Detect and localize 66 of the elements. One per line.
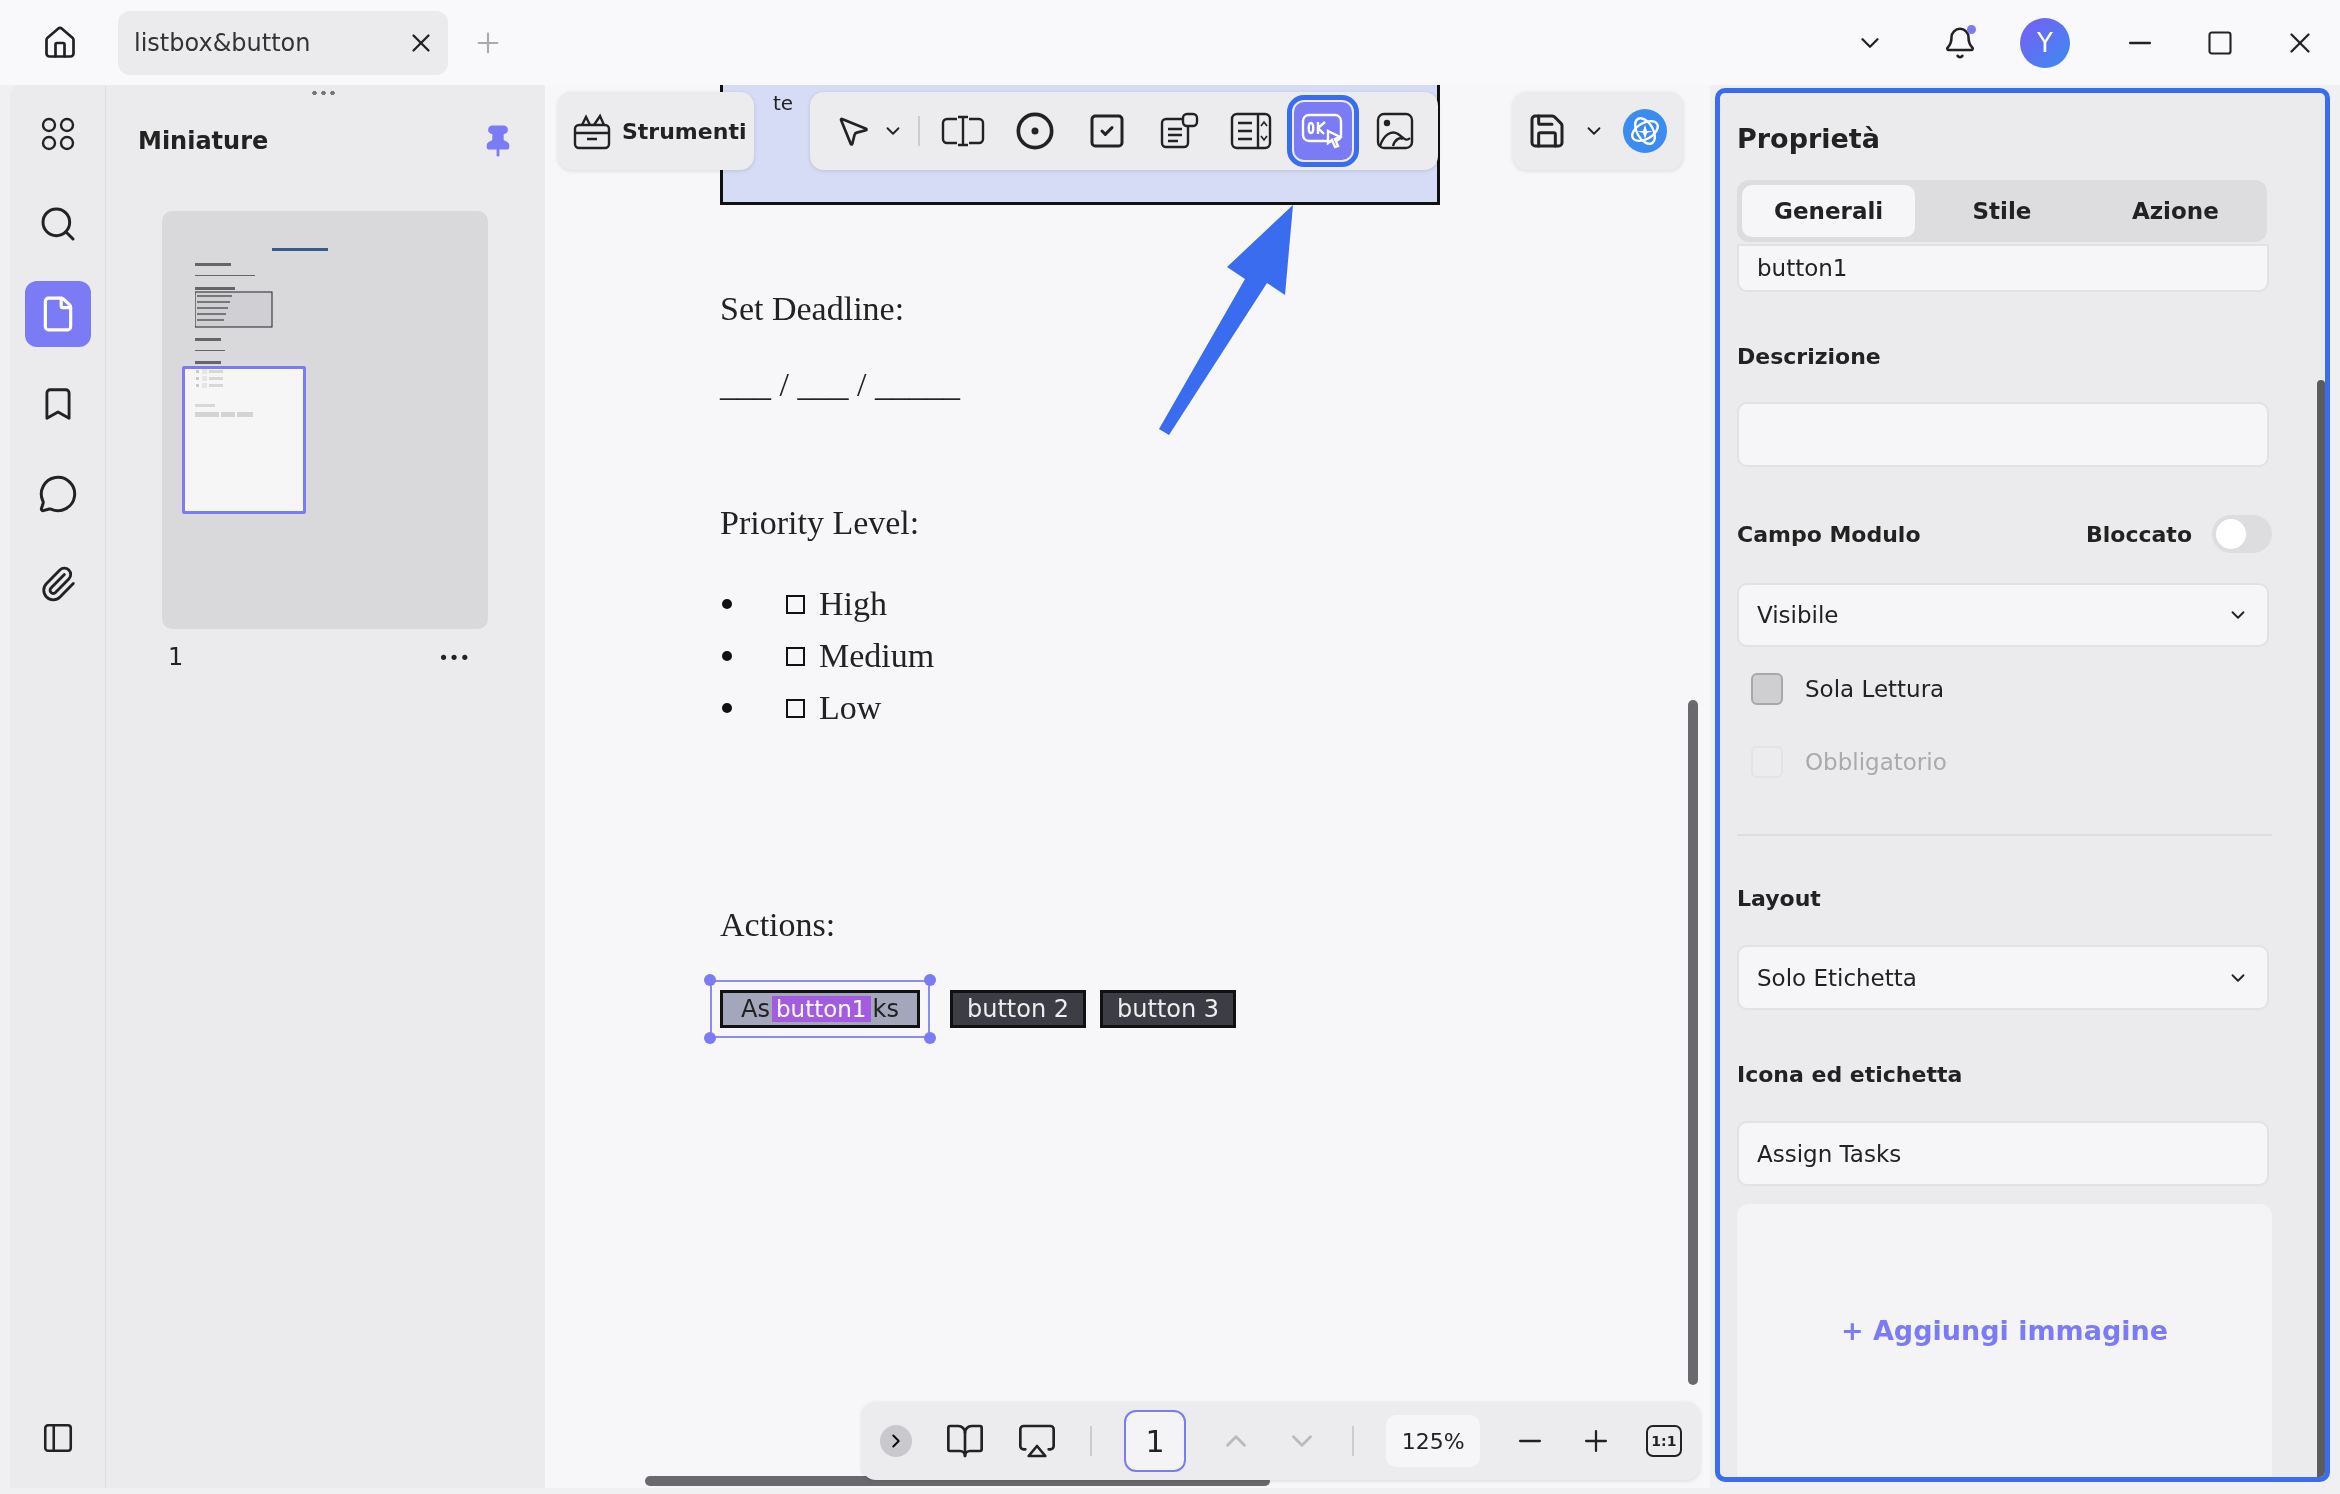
checkbox[interactable]	[786, 594, 805, 614]
option-label: Medium	[819, 637, 935, 675]
option-label: Low	[819, 689, 882, 727]
tab[interactable]: Generali	[1742, 185, 1916, 237]
radio-button-icon[interactable]	[1015, 111, 1055, 151]
list-box-icon[interactable]	[1230, 112, 1272, 150]
resize-handle[interactable]	[924, 974, 936, 986]
actual-size-button[interactable]: 1:1	[1645, 1425, 1682, 1457]
document-tab[interactable]: listbox&button	[118, 10, 448, 75]
form-button[interactable]: button 3	[1100, 990, 1237, 1028]
checkbox-label: Sola Lettura	[1805, 676, 1945, 702]
page-field[interactable]: 1	[1124, 1410, 1187, 1472]
section-label: Campo Modulo	[1737, 521, 1921, 547]
layout-select[interactable]: Solo Etichetta	[1737, 945, 2269, 1010]
form-label: Actions:	[720, 906, 837, 944]
expand-button[interactable]	[880, 1425, 912, 1457]
tab-title: listbox&button	[134, 28, 311, 57]
resize-handle[interactable]	[704, 1032, 716, 1044]
bullet	[722, 703, 732, 713]
panel-title: Miniature	[138, 127, 269, 155]
checkbox[interactable]	[786, 698, 805, 718]
form-label: Priority Level:	[720, 504, 921, 542]
image-field-icon[interactable]	[1375, 111, 1415, 151]
panel-title: Proprietà	[1737, 123, 1881, 154]
resize-handle[interactable]	[924, 1032, 936, 1044]
maximize-icon[interactable]	[2206, 28, 2234, 57]
selection-frame[interactable]	[710, 980, 930, 1038]
page-number: 1	[168, 643, 184, 671]
assistant-icon[interactable]	[1621, 107, 1669, 155]
sidebar-button[interactable]	[24, 281, 91, 347]
date-blank: ___ / ___ / _____	[720, 366, 962, 404]
form-label: Set Deadline:	[720, 290, 906, 328]
option-label: High	[819, 585, 887, 623]
name-field[interactable]: button1	[1737, 244, 2269, 292]
toolbox-icon	[572, 111, 612, 151]
checkbox-label: Obbligatorio	[1805, 749, 1947, 775]
text-field-icon[interactable]	[941, 114, 985, 148]
ok-button-icon	[1301, 111, 1345, 151]
checkbox[interactable]	[786, 646, 805, 666]
user-avatar[interactable]: Y	[2020, 17, 2070, 68]
form-button[interactable]: As button1 ks	[720, 990, 920, 1028]
field-name-badge: button1	[772, 996, 871, 1022]
drag-handle[interactable]	[310, 89, 336, 97]
resize-handle[interactable]	[704, 974, 716, 986]
listbox-item: te	[773, 91, 794, 115]
toggle-switch[interactable]	[2212, 515, 2272, 553]
tab[interactable]: Stile	[1915, 185, 2089, 237]
more-button[interactable]: •••	[438, 646, 470, 668]
checkbox[interactable]	[1751, 673, 1783, 705]
section-label: Layout	[1737, 886, 1821, 911]
viewport-frame[interactable]	[182, 366, 306, 514]
tab[interactable]: Azione	[2088, 185, 2262, 237]
grid-icon[interactable]	[40, 117, 75, 151]
label-field[interactable]: Assign Tasks	[1737, 1121, 2269, 1186]
home-icon[interactable]	[42, 24, 78, 61]
visibility-select[interactable]: Visibile	[1737, 583, 2269, 647]
section-label: Icona ed etichetta	[1737, 1062, 1963, 1087]
section-label: Descrizione	[1737, 344, 1881, 369]
speech-bubble-icon[interactable]	[37, 474, 78, 514]
form-field-icon[interactable]	[1159, 111, 1199, 151]
bullet	[722, 599, 732, 609]
bell-icon[interactable]	[1943, 25, 1977, 60]
zoom-field[interactable]: 125%	[1386, 1415, 1481, 1467]
bullet	[722, 651, 732, 661]
form-button[interactable]: button 2	[950, 990, 1087, 1028]
toggle-label: Bloccato	[2086, 521, 2192, 547]
